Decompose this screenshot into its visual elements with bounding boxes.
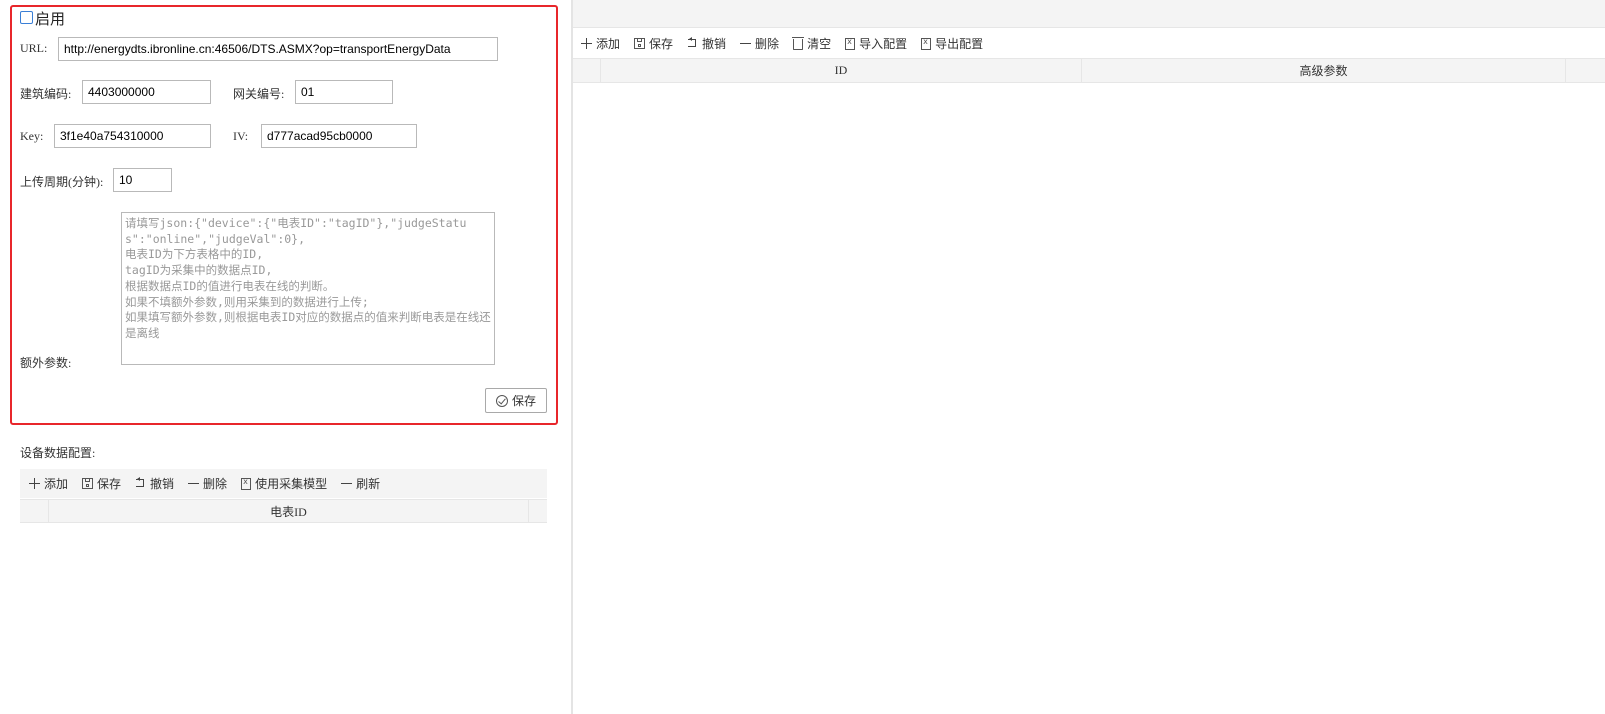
right-clear-button[interactable]: 清空: [792, 35, 831, 52]
undo-icon: [134, 477, 147, 490]
scrollbar-header-spacer: [1566, 59, 1605, 82]
enable-checkbox[interactable]: [20, 11, 33, 24]
save-config-button[interactable]: 保存: [485, 388, 547, 413]
minus-icon: [739, 37, 752, 50]
device-undo-button[interactable]: 撤销: [134, 475, 174, 492]
save-icon: [634, 38, 646, 49]
iv-label: IV:: [233, 129, 249, 143]
right-clear-label: 清空: [807, 37, 832, 51]
device-undo-label: 撤销: [150, 477, 175, 491]
device-use-model-label: 使用采集模型: [255, 477, 328, 491]
device-grid-header: 电表ID: [20, 499, 547, 523]
key-label: Key:: [20, 129, 44, 143]
excel-doc-icon: [921, 37, 932, 50]
upload-period-input[interactable]: 10: [113, 168, 172, 192]
check-circle-icon: [495, 394, 508, 407]
right-add-label: 添加: [596, 37, 621, 51]
url-input[interactable]: http://energydts.ibronline.cn:46506/DTS.…: [58, 37, 498, 61]
extra-params-textarea[interactable]: 请填写json:{"device":{"电表ID":"tagID"},"judg…: [121, 212, 495, 365]
id-column-header[interactable]: ID: [601, 59, 1082, 82]
device-toolbar: 添加 保存 撤销 删除 使用采集模型 刷新: [20, 469, 547, 498]
right-grid-header: ID 高级参数: [573, 58, 1605, 83]
building-code-label: 建筑编码:: [20, 87, 72, 101]
building-code-input[interactable]: 4403000000: [82, 80, 211, 104]
save-icon: [82, 478, 94, 489]
right-add-button[interactable]: 添加: [580, 35, 620, 52]
meter-id-column-header[interactable]: 电表ID: [49, 500, 529, 522]
device-delete-button[interactable]: 删除: [187, 475, 227, 492]
plus-icon: [28, 477, 41, 490]
right-export-label: 导出配置: [935, 37, 984, 51]
right-save-label: 保存: [649, 37, 674, 51]
right-import-label: 导入配置: [859, 37, 908, 51]
right-export-button[interactable]: 导出配置: [920, 35, 983, 52]
iv-input[interactable]: d777acad95cb0000: [261, 124, 417, 148]
right-undo-label: 撤销: [702, 37, 727, 51]
gateway-no-input[interactable]: 01: [295, 80, 393, 104]
save-config-label: 保存: [511, 394, 536, 408]
device-delete-label: 删除: [203, 477, 228, 491]
url-label: URL:: [20, 41, 48, 55]
right-save-button[interactable]: 保存: [633, 35, 673, 52]
device-refresh-label: 刷新: [356, 477, 381, 491]
minus-icon: [187, 477, 200, 490]
scrollbar-header-spacer: [529, 500, 547, 522]
upload-period-label: 上传周期(分钟):: [20, 175, 104, 189]
advanced-params-column-header[interactable]: 高级参数: [1082, 59, 1566, 82]
excel-doc-icon: [845, 37, 856, 50]
device-refresh-button[interactable]: 刷新: [340, 475, 380, 492]
right-top-bar: [573, 0, 1605, 28]
device-config-title: 设备数据配置:: [20, 446, 96, 460]
right-delete-button[interactable]: 删除: [739, 35, 779, 52]
right-delete-label: 删除: [755, 37, 780, 51]
minus-icon: [340, 477, 353, 490]
row-number-header: [573, 59, 601, 82]
device-add-button[interactable]: 添加: [28, 475, 68, 492]
device-add-label: 添加: [44, 477, 69, 491]
pane-divider[interactable]: [571, 0, 573, 714]
extra-params-label: 额外参数:: [20, 356, 72, 370]
device-save-button[interactable]: 保存: [81, 475, 121, 492]
enable-label: 启用: [35, 11, 66, 28]
right-toolbar: 添加 保存 撤销 删除 清空 导入配置 导出配置: [573, 29, 1605, 58]
gateway-no-label: 网关编号:: [233, 87, 285, 101]
plus-icon: [580, 37, 593, 50]
undo-icon: [686, 37, 699, 50]
left-pane: 启用 URL: http://energydts.ibronline.cn:46…: [0, 0, 571, 714]
device-use-model-button[interactable]: 使用采集模型: [240, 475, 327, 492]
row-number-header: [20, 500, 49, 522]
right-import-button[interactable]: 导入配置: [844, 35, 907, 52]
key-input[interactable]: 3f1e40a754310000: [54, 124, 211, 148]
device-save-label: 保存: [97, 477, 122, 491]
trash-icon: [792, 37, 805, 50]
excel-doc-icon: [241, 477, 252, 490]
right-undo-button[interactable]: 撤销: [686, 35, 726, 52]
